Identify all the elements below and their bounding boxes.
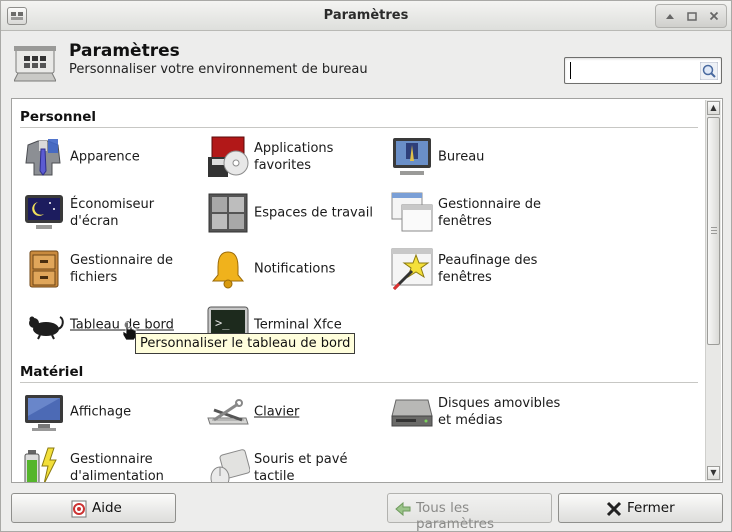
section-divider: [20, 127, 698, 128]
desktop-icon: [390, 135, 434, 179]
settings-item-label: Affichage: [70, 404, 132, 420]
settings-item-affichage[interactable]: Affichage: [22, 390, 198, 434]
settings-item-label: Souris et pavé tactile: [254, 452, 348, 483]
settings-item-espaces-travail[interactable]: Espaces de travail: [206, 191, 386, 235]
scrollbar-thumb[interactable]: [707, 117, 720, 345]
settings-item-notifications[interactable]: Notifications: [206, 247, 386, 291]
close-button-label: Fermer: [627, 500, 675, 516]
close-icon[interactable]: [706, 9, 722, 24]
settings-item-label: Terminal Xfce: [254, 317, 342, 333]
settings-item-label: Notifications: [254, 261, 336, 277]
settings-item-label: Gestionnaire de fichiers: [70, 253, 174, 285]
removable-drive-icon: [390, 390, 434, 434]
close-button[interactable]: Fermer: [558, 493, 723, 523]
section-divider: [20, 382, 698, 383]
settings-item-clavier[interactable]: Clavier: [206, 390, 386, 434]
window-controls: [655, 4, 727, 28]
workspaces-icon: [206, 191, 250, 235]
settings-item-label: Applications favorites: [254, 141, 334, 173]
scroll-up-arrow-icon[interactable]: ▲: [707, 101, 720, 115]
help-icon: [70, 500, 88, 518]
close-x-icon: [605, 500, 623, 518]
help-button-label: Aide: [92, 500, 122, 516]
display-monitor-icon: [22, 390, 66, 434]
settings-item-label: Espaces de travail: [254, 205, 373, 221]
help-button[interactable]: Aide: [11, 493, 176, 523]
scroll-down-arrow-icon[interactable]: ▼: [707, 466, 720, 480]
settings-item-gestionnaire-fenetres[interactable]: Gestionnaire de fenêtres: [390, 191, 590, 235]
page-title: Paramètres: [69, 41, 180, 61]
appearance-icon: [22, 135, 66, 179]
settings-window: Paramètres Paramètres Personnaliser votr…: [0, 0, 732, 532]
section-title-personnel: Personnel: [20, 109, 97, 125]
settings-item-label: Bureau: [438, 149, 485, 165]
keyboard-icon: [206, 390, 250, 434]
panel-mouse-icon: [22, 303, 66, 347]
file-manager-icon: [22, 247, 66, 291]
window-tweaks-icon: [390, 247, 434, 291]
settings-item-label: Gestionnaire de fenêtres: [438, 197, 542, 229]
settings-item-economiseur[interactable]: Économiseur d'écran: [22, 191, 198, 235]
mouse-touchpad-icon: [206, 446, 251, 482]
settings-manager-icon: [13, 43, 57, 83]
preferred-applications-icon: [206, 135, 250, 179]
settings-item-bureau[interactable]: Bureau: [390, 135, 590, 179]
back-arrow-icon: [394, 500, 412, 518]
settings-item-label: Disques amovibles et médias: [438, 396, 561, 428]
notifications-bell-icon: [206, 247, 250, 291]
all-settings-button[interactable]: Tous les paramètres: [387, 493, 552, 532]
settings-item-applications-favorites[interactable]: Applications favorites: [206, 135, 386, 179]
screensaver-icon: [22, 191, 66, 235]
search-input[interactable]: [564, 57, 722, 84]
maximize-icon[interactable]: [684, 9, 700, 24]
shade-icon[interactable]: [662, 9, 678, 24]
settings-item-apparence[interactable]: Apparence: [22, 135, 198, 179]
vertical-scrollbar[interactable]: ▲ ▼: [705, 100, 721, 481]
settings-list: Personnel Apparence Applications favorit…: [11, 98, 723, 483]
all-settings-label: Tous les paramètres: [416, 500, 495, 532]
settings-item-label: Économiseur d'écran: [70, 197, 155, 229]
settings-item-peaufinage-fenetres[interactable]: Peaufinage des fenêtres: [390, 247, 590, 291]
svg-text:>_: >_: [215, 316, 230, 330]
settings-item-label: Peaufinage des fenêtres: [438, 253, 538, 285]
window-manager-icon: [390, 191, 434, 235]
tooltip: Personnaliser le tableau de bord: [135, 333, 356, 354]
header: Paramètres Personnaliser votre environne…: [1, 32, 731, 94]
settings-item-souris[interactable]: Souris et pavé tactile: [206, 446, 386, 483]
section-title-materiel: Matériel: [20, 364, 84, 380]
settings-item-label: Clavier: [254, 404, 300, 420]
battery-icon: [22, 446, 66, 482]
page-subtitle: Personnaliser votre environnement de bur…: [69, 62, 368, 77]
search-icon[interactable]: [699, 61, 719, 81]
settings-item-label: Apparence: [70, 149, 140, 165]
window-title: Paramètres: [323, 8, 409, 23]
settings-item-gestionnaire-fichiers[interactable]: Gestionnaire de fichiers: [22, 247, 198, 291]
settings-item-label: Gestionnaire d'alimentation: [70, 452, 164, 483]
title-bar[interactable]: Paramètres: [1, 1, 731, 31]
settings-item-disques-amovibles[interactable]: Disques amovibles et médias: [390, 390, 590, 434]
settings-item-gestionnaire-alimentation[interactable]: Gestionnaire d'alimentation: [22, 446, 198, 483]
